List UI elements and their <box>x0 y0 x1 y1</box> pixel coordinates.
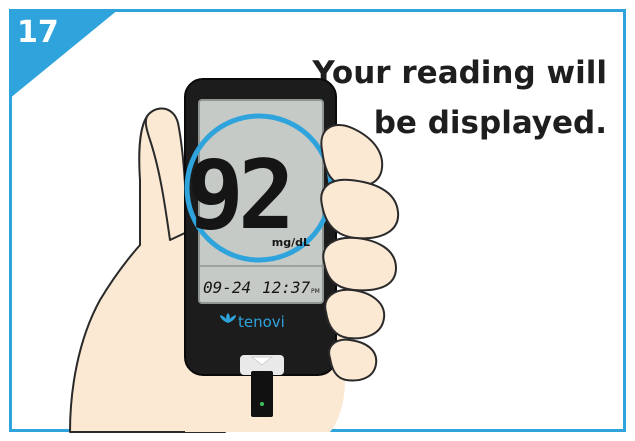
test-strip <box>251 371 273 417</box>
brand-name: tenovi <box>238 313 285 331</box>
reading-time-suffix: PM <box>311 288 320 295</box>
reading-value: 92 <box>187 141 289 251</box>
reading-unit: mg/dL <box>272 236 310 249</box>
reading-time: 12:37 <box>262 278 311 297</box>
finger-5 <box>328 338 378 382</box>
hand-with-meter-illustration: 92 mg/dL 09-24 12:37 PM tenovi <box>69 78 400 433</box>
glucose-meter: 92 mg/dL 09-24 12:37 PM tenovi <box>184 78 337 417</box>
instruction-card: 17 Your reading will be displayed. 92 mg… <box>0 0 635 441</box>
finger-1 <box>320 123 384 188</box>
finger-3 <box>322 236 397 292</box>
reading-date: 09-24 <box>203 278 251 297</box>
finger-4 <box>324 288 386 340</box>
